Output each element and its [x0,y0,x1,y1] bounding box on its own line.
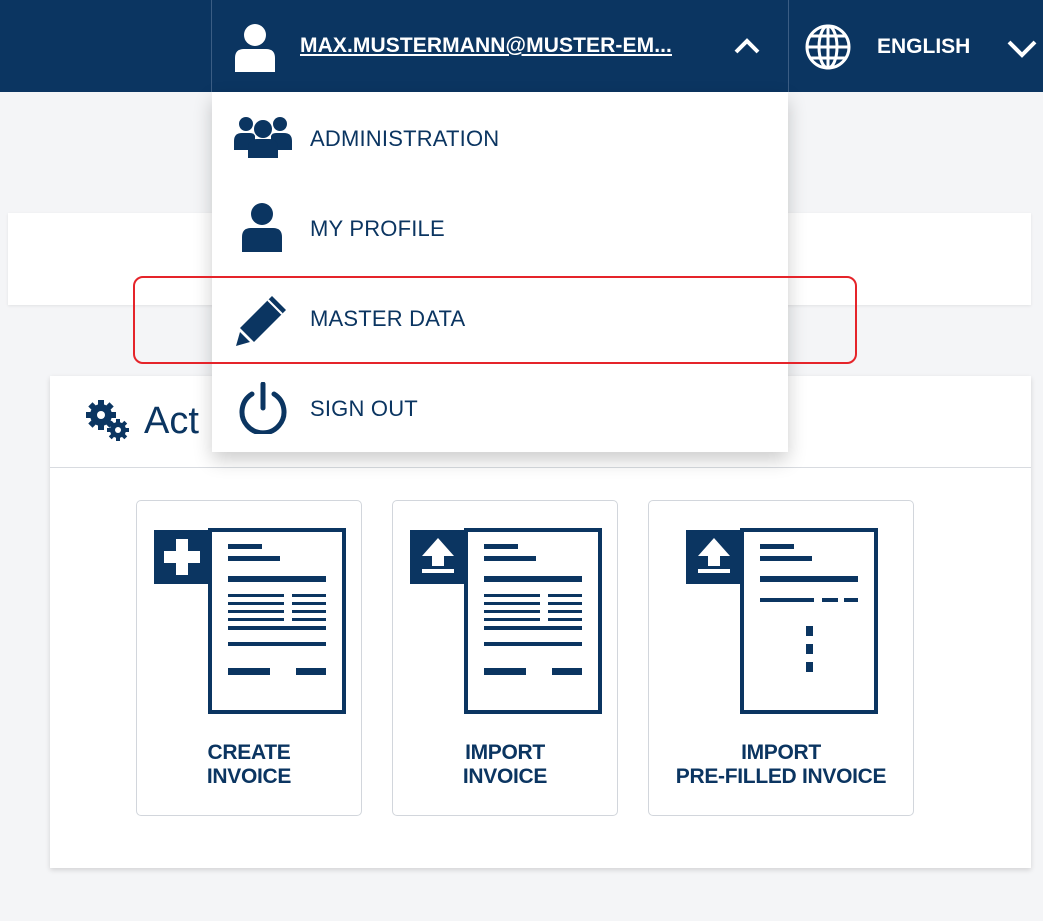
top-header: MAX.MUSTERMANN@MUSTER-EM... ENGLISH [0,0,1043,92]
import-invoice-tile[interactable]: IMPORT INVOICE [392,500,618,816]
menu-item-my-profile[interactable]: MY PROFILE [212,182,788,272]
menu-item-label: MASTER DATA [310,306,466,331]
import-prefilled-invoice-icon [686,528,878,714]
menu-item-master-data[interactable]: MASTER DATA [212,272,788,362]
menu-item-label: SIGN OUT [310,396,418,421]
gears-icon [86,400,134,449]
chevron-down-icon[interactable] [1005,38,1039,65]
menu-item-label: ADMINISTRATION [310,126,500,151]
user-email[interactable]: MAX.MUSTERMANN@MUSTER-EM... [300,34,672,58]
user-dropdown-menu: ADMINISTRATION MY PROFILE MASTER DATA SI… [212,92,788,452]
import-invoice-label: IMPORT INVOICE [462,741,548,788]
users-icon [234,114,292,163]
language-label[interactable]: ENGLISH [877,35,970,59]
user-menu-toggle[interactable]: MAX.MUSTERMANN@MUSTER-EM... [211,0,789,92]
globe-icon [803,22,853,77]
import-invoice-icon [410,528,602,714]
pencil-icon [236,292,290,351]
create-invoice-icon [154,528,346,714]
import-prefilled-invoice-label: IMPORT PRE-FILLED INVOICE [675,741,887,788]
menu-item-administration[interactable]: ADMINISTRATION [212,92,788,182]
create-invoice-tile[interactable]: CREATE INVOICE [136,500,362,816]
language-selector[interactable]: ENGLISH [789,0,1043,92]
chevron-up-icon[interactable] [732,36,762,61]
actions-panel-title: Act [144,400,199,442]
user-icon [240,202,284,257]
menu-item-sign-out[interactable]: SIGN OUT [212,362,788,452]
create-invoice-label: CREATE INVOICE [206,741,292,788]
user-icon [232,22,278,77]
power-icon [236,381,290,439]
import-prefilled-invoice-tile[interactable]: IMPORT PRE-FILLED INVOICE [648,500,914,816]
menu-item-label: MY PROFILE [310,216,445,241]
